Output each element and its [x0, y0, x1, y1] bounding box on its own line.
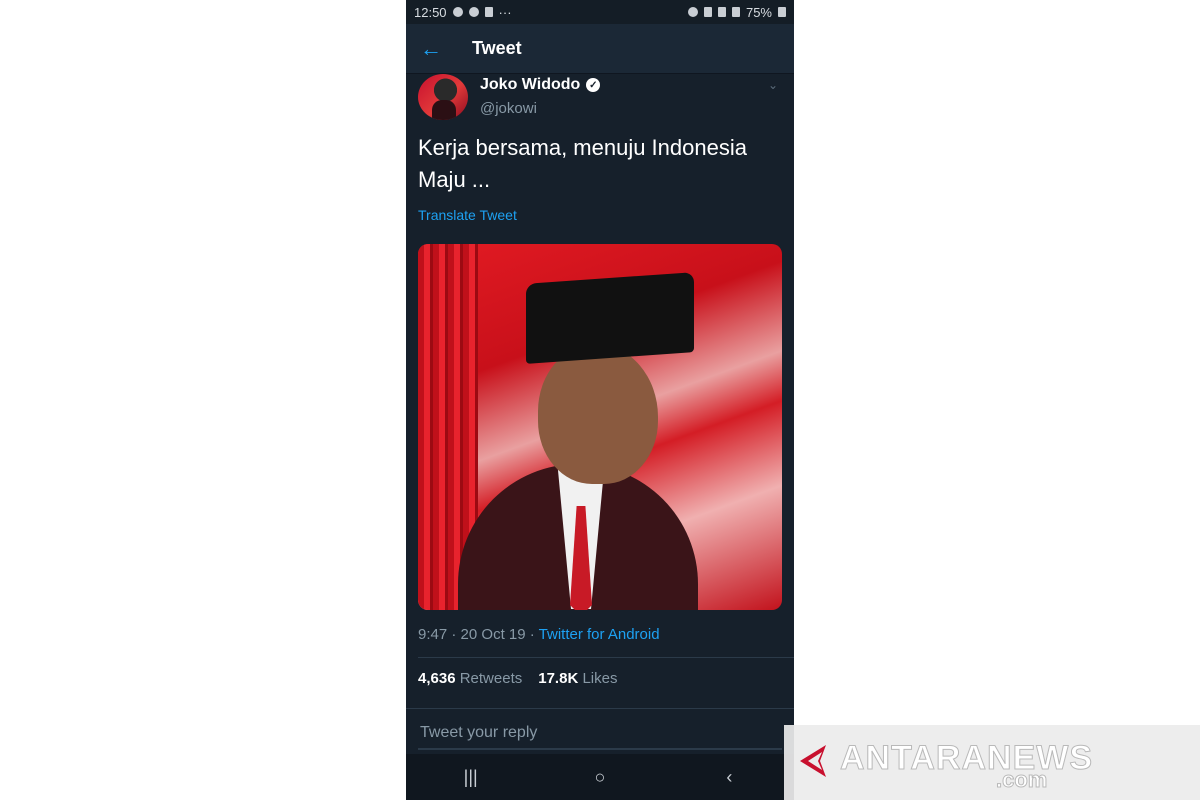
battery-level: 75% [745, 4, 772, 20]
likes-stat[interactable]: 17.8K Likes [538, 670, 617, 687]
download-icon [484, 7, 493, 17]
meta-separator: · [451, 626, 457, 643]
tweet-stats: 4,636 Retweets 17.8K Likes [418, 670, 617, 687]
signal-icon [731, 7, 740, 17]
avatar[interactable] [418, 74, 468, 120]
back-icon[interactable]: ‹ [699, 767, 759, 788]
tweet-author[interactable]: Joko Widodo ✓ @jokowi ⌄ [418, 72, 782, 122]
author-name-row: Joko Widodo ✓ [480, 76, 601, 94]
alarm-icon [687, 7, 698, 17]
meta-separator: · [529, 626, 535, 643]
watermark: ANTARANEWS .com [784, 725, 1200, 800]
app-bar: ← Tweet [406, 24, 794, 74]
antaranews-logo-icon [800, 745, 826, 777]
wifi-icon [717, 7, 726, 17]
recents-icon[interactable]: ||| [441, 767, 501, 788]
mute-icon [703, 7, 712, 17]
home-icon[interactable]: ○ [570, 767, 630, 788]
tweet-text-line: Kerja bersama, menuju Indonesia [418, 135, 747, 160]
retweets-stat[interactable]: 4,636 Retweets [418, 670, 522, 687]
likes-label: Likes [582, 670, 618, 687]
tweet-text-line: Maju ... [418, 167, 491, 192]
reply-bar [406, 708, 794, 755]
verified-badge-icon: ✓ [586, 78, 601, 92]
reply-underline [418, 748, 782, 750]
reply-input[interactable] [418, 719, 782, 747]
more-notifications: ··· [498, 4, 512, 20]
divider [418, 657, 794, 658]
page-title: Tweet [472, 38, 522, 58]
tweet-meta: 9:47 · 20 Oct 19 · Twitter for Android [418, 626, 660, 643]
arrow-left-icon[interactable]: ← [420, 36, 460, 62]
tweet-photo[interactable] [418, 244, 782, 610]
watermark-tld: .com [995, 767, 1048, 793]
author-handle: @jokowi [480, 100, 537, 117]
tweet-date: 20 Oct 19 [460, 626, 526, 643]
system-nav-bar: ||| ○ ‹ [406, 754, 794, 800]
watermark-brand: ANTARANEWS [839, 739, 1094, 778]
tweet-text: Kerja bersama, menuju Indonesia Maju ... [418, 132, 778, 196]
whatsapp-icon [468, 7, 479, 17]
battery-icon [778, 7, 786, 17]
retweets-label: Retweets [459, 670, 523, 687]
chevron-down-icon[interactable]: ⌄ [768, 78, 778, 92]
likes-count: 17.8K [538, 670, 579, 687]
status-bar: 12:50 ··· 75% [406, 0, 794, 24]
tweet-time: 9:47 [418, 626, 448, 643]
translate-tweet-link[interactable]: Translate Tweet [418, 207, 517, 223]
retweets-count: 4,636 [418, 670, 456, 687]
phone-screen: 12:50 ··· 75% ← Tweet Joko Widodo ✓ @jok… [406, 0, 794, 800]
notification-icon [452, 7, 463, 17]
author-name: Joko Widodo [480, 76, 581, 93]
tweet-source-link[interactable]: Twitter for Android [539, 626, 660, 643]
status-time: 12:50 [414, 4, 447, 20]
